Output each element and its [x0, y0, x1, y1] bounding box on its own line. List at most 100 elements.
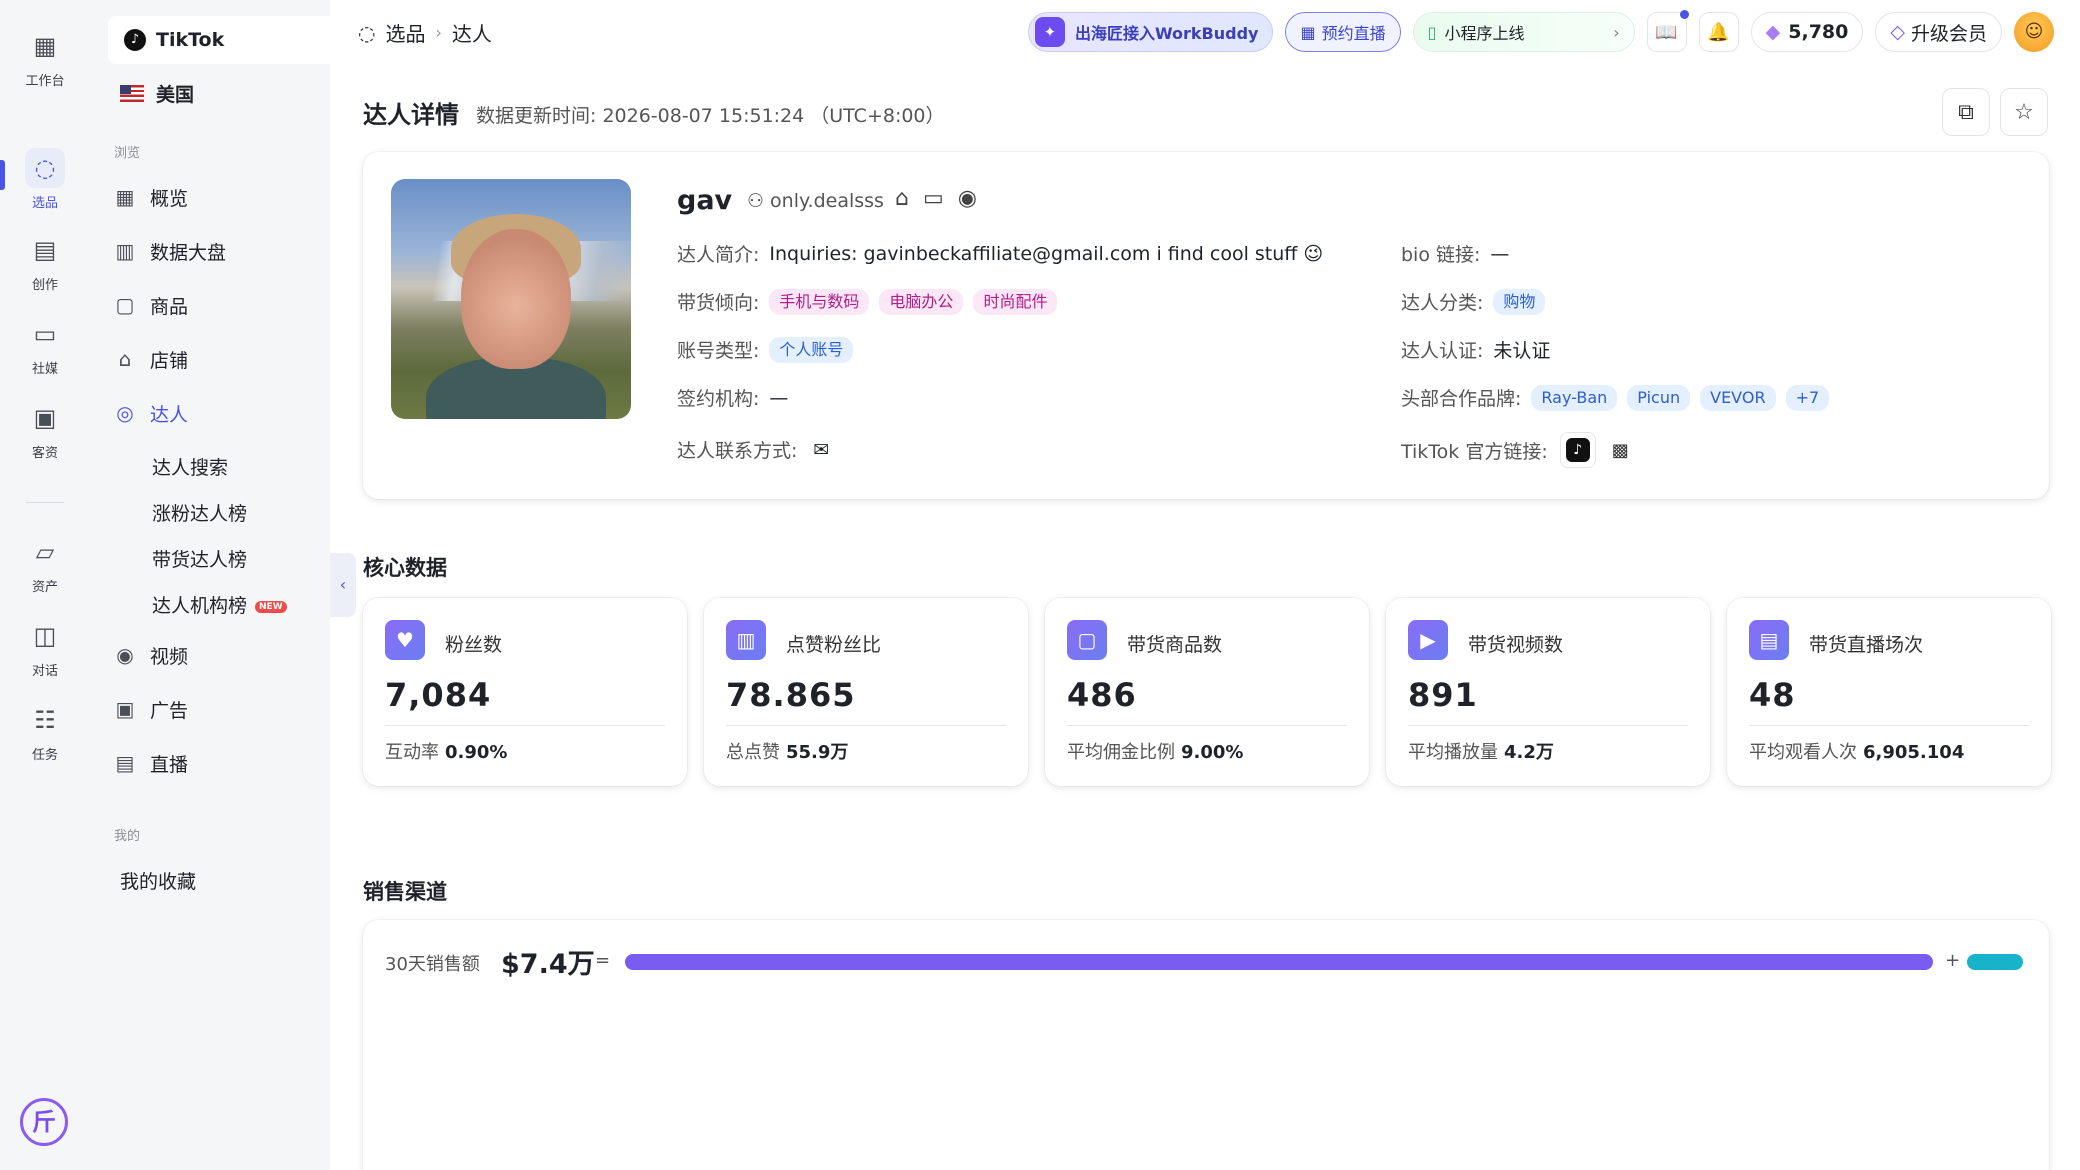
rail-item-tasks[interactable]: ☷ 任务	[0, 700, 90, 763]
metric-value: 486	[1067, 676, 1137, 714]
miniprogram-button[interactable]: ▯ 小程序上线 ›	[1412, 12, 1635, 52]
sidebar-item-favorites[interactable]: 我的收藏	[120, 867, 196, 894]
brand-tag[interactable]: Picun	[1627, 384, 1691, 411]
update-time: 数据更新时间: 2026-08-07 15:51:24 （UTC+8:00）	[476, 105, 945, 127]
video-icon: ▶	[1408, 620, 1448, 660]
sales-label: 30天销售额	[385, 954, 480, 975]
live-icon: ▤	[1749, 620, 1789, 660]
search-bubble-icon: ◌	[25, 148, 65, 188]
agency-row: 签约机构: —	[677, 386, 789, 411]
upgrade-vip-button[interactable]: ◇ 升级会员	[1875, 12, 2002, 52]
bag-icon: ▢	[115, 293, 135, 317]
tendency-tag[interactable]: 手机与数码	[769, 288, 870, 315]
main-content: ◌ 选品 › 达人 ✦ 出海匠接入WorkBuddy ▦ 预约直播 ▯ 小程序上线 › …	[330, 0, 2080, 1170]
folder-icon: ▱	[35, 538, 55, 566]
copy-button[interactable]: ⧉	[1942, 88, 1990, 136]
account-type-row: 账号类型: 个人账号	[677, 336, 854, 363]
creator-name: gav	[677, 185, 733, 216]
calendar-icon: ▦	[1300, 22, 1316, 42]
mail-icon[interactable]: ✉	[813, 439, 829, 461]
user-icon: ⚇	[747, 190, 765, 212]
sales-channel-card: 30天销售额 $7.4万 = +	[363, 920, 2049, 1170]
store-icon: ⌂	[118, 347, 132, 371]
bar-chart-icon: ▥	[115, 239, 135, 263]
brand-tag[interactable]: Ray-Ban	[1531, 384, 1618, 411]
region-select[interactable]: 美国	[120, 80, 194, 107]
rail-item-social[interactable]: ▭ 社媒	[0, 314, 90, 377]
qr-code-icon[interactable]: ▩	[1612, 440, 1629, 461]
more-brands-tag[interactable]: +7	[1785, 384, 1830, 411]
checklist-icon: ☷	[34, 706, 56, 734]
metric-card-videos: ▶ 带货视频数 891 平均播放量 4.2万	[1386, 598, 1710, 786]
metric-value: 78.865	[726, 676, 856, 714]
fans-icon: ♥	[385, 620, 425, 660]
breadcrumb: ◌ 选品 › 达人	[358, 18, 492, 47]
chevron-right-icon: ›	[1613, 22, 1620, 42]
live-tv-icon: ▤	[115, 751, 135, 775]
brand-tag[interactable]: VEVOR	[1700, 384, 1776, 411]
creator-avatar-photo	[391, 179, 631, 419]
video-sales-bar[interactable]	[625, 954, 1933, 970]
rail-item-create[interactable]: ▤ 创作	[0, 230, 90, 293]
breadcrumb-root[interactable]: 选品	[385, 18, 425, 47]
new-badge: NEW	[255, 600, 287, 613]
tendency-tag[interactable]: 时尚配件	[973, 288, 1058, 315]
bio-row: 达人简介: Inquiries: gavinbeckaffiliate@gmail…	[677, 242, 1324, 267]
live-sales-bar[interactable]	[1967, 954, 2023, 970]
sidebar-nav: ♪ TikTok ⌄ 美国 浏览 ▦概览⌄ ▥数据大盘⌄ ▢商品⌄ ⌂店铺⌄ ◎…	[90, 0, 402, 1170]
star-icon: ☆	[2014, 99, 2034, 125]
video-camera-icon[interactable]: ▭	[923, 186, 958, 211]
tiktok-icon: ♪	[124, 29, 146, 51]
rail-item-workbench[interactable]: ▦ 工作台	[0, 26, 90, 89]
tendency-tag[interactable]: 电脑办公	[879, 288, 964, 315]
live-broadcast-icon[interactable]: ◉	[958, 186, 991, 211]
metric-card-live: ▤ 带货直播场次 48 平均观看人次 6,905.104	[1727, 598, 2051, 786]
workbuddy-banner-button[interactable]: ✦ 出海匠接入WorkBuddy	[1027, 12, 1274, 52]
tendency-row: 带货倾向: 手机与数码 电脑办公 时尚配件	[677, 288, 1058, 315]
play-circle-icon: ◉	[116, 643, 134, 667]
category-row: 达人分类: 购物	[1401, 288, 1546, 315]
notifications-button[interactable]: 🔔	[1698, 12, 1739, 52]
sales-channel-title: 销售渠道	[363, 880, 447, 904]
ad-icon: ▣	[115, 697, 135, 721]
tiktok-icon: ♪	[1565, 438, 1590, 462]
book-live-button[interactable]: ▦ 预约直播	[1285, 12, 1401, 52]
rail-item-dialog[interactable]: ◫ 对话	[0, 616, 90, 679]
chevron-right-icon: ›	[435, 23, 442, 42]
favorite-button[interactable]: ☆	[2000, 88, 2048, 136]
bio-text: Inquiries: gavinbeckaffiliate@gmail.com …	[769, 242, 1324, 265]
metric-value: 891	[1408, 676, 1478, 714]
user-avatar[interactable]: ☺	[2014, 12, 2054, 52]
metric-card-fans: ♥ 粉丝数 7,084 互动率 0.90%	[363, 598, 687, 786]
clapper-icon: ▤	[33, 236, 57, 264]
sidebar-subitem-fans-rank[interactable]: 涨粉达人榜	[152, 499, 247, 526]
search-bubble-icon: ◌	[358, 20, 376, 45]
guide-book-button[interactable]: 📖	[1646, 10, 1689, 52]
phone-icon: ▯	[1427, 22, 1437, 42]
category-tag[interactable]: 购物	[1493, 288, 1546, 315]
sidebar-subitem-sales-rank[interactable]: 带货达人榜	[152, 545, 247, 572]
sidebar-subitem-creator-search[interactable]: 达人搜索	[152, 453, 228, 480]
store-icon[interactable]: ⌂	[895, 186, 923, 211]
brand-logo[interactable]: 斤	[20, 1098, 68, 1146]
dialog-icon: ◫	[33, 622, 57, 650]
rail-item-selection[interactable]: ◌ 选品	[0, 148, 90, 211]
notification-dot	[1679, 10, 1689, 19]
nav-section-mine: 我的	[114, 829, 141, 844]
creator-handle: ⚇ only.dealsss	[747, 190, 884, 212]
core-data-title: 核心数据	[363, 556, 447, 580]
grid-icon: ▦	[33, 32, 57, 60]
tiktok-link-button[interactable]: ♪	[1559, 432, 1596, 468]
copy-icon: ⧉	[1958, 99, 1974, 125]
sidebar-subitem-agency-rank[interactable]: 达人机构榜 NEW	[152, 591, 287, 618]
collapse-sidebar-button[interactable]: ‹	[330, 553, 356, 617]
us-flag-icon	[120, 85, 144, 102]
rail-item-leads[interactable]: ▣ 客资	[0, 398, 90, 461]
points-balance[interactable]: ◆ 5,780	[1750, 12, 1864, 52]
rail-item-assets[interactable]: ▱ 资产	[0, 532, 90, 595]
account-type-tag: 个人账号	[769, 336, 854, 363]
bio-link-row: bio 链接: —	[1401, 242, 1510, 267]
sales-value: $7.4万	[501, 949, 595, 980]
creator-channel-icons: ⌂▭◉	[895, 186, 991, 211]
gem-icon: ◆	[1765, 21, 1781, 43]
